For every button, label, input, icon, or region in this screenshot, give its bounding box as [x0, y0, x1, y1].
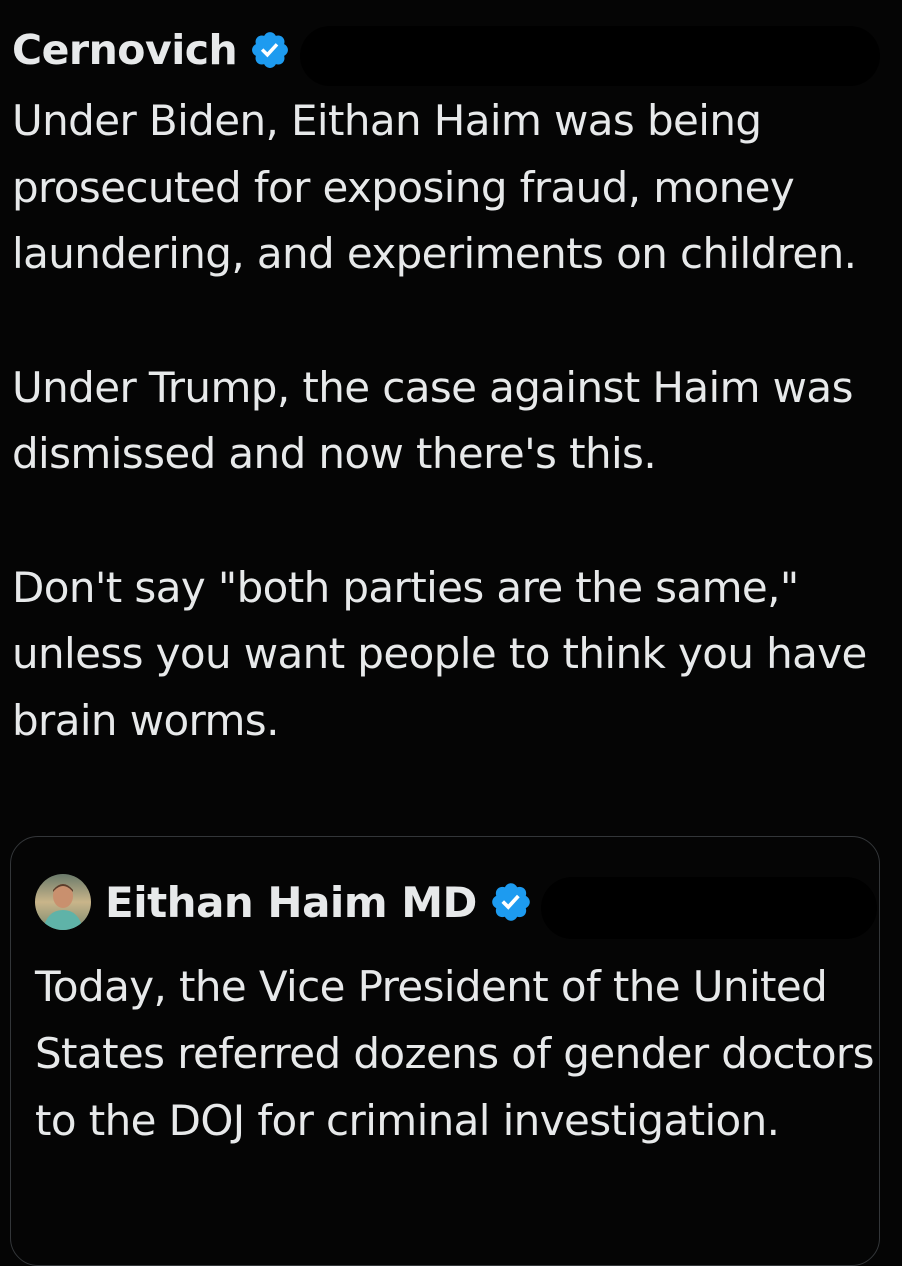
- quoted-tweet-header: Eithan Haim MD: [35, 873, 533, 931]
- tweet[interactable]: Cernovich Under Biden, Eithan Haim was b…: [0, 0, 902, 1266]
- verified-badge-icon[interactable]: [249, 29, 291, 71]
- redacted-quoted-handle: [541, 877, 877, 939]
- tweet-header: Cernovich: [12, 22, 291, 78]
- redacted-handle: [300, 26, 880, 86]
- author-display-name[interactable]: Cernovich: [12, 29, 238, 71]
- tweet-paragraph: Don't say "both parties are the same," u…: [12, 562, 867, 745]
- tweet-text: Under Biden, Eithan Haim was being prose…: [12, 88, 892, 754]
- verified-badge-icon[interactable]: [489, 880, 533, 924]
- quoted-tweet-card[interactable]: Eithan Haim MD Today, the Vice President…: [10, 836, 880, 1266]
- quoted-tweet-paragraph: Today, the Vice President of the United …: [35, 962, 874, 1145]
- quoted-author-display-name[interactable]: Eithan Haim MD: [105, 878, 477, 927]
- profile-photo-avatar[interactable]: [35, 874, 91, 930]
- tweet-paragraph: Under Biden, Eithan Haim was being prose…: [12, 96, 857, 278]
- tweet-paragraph: Under Trump, the case against Haim was d…: [12, 362, 853, 479]
- quoted-tweet-text: Today, the Vice President of the United …: [35, 953, 875, 1154]
